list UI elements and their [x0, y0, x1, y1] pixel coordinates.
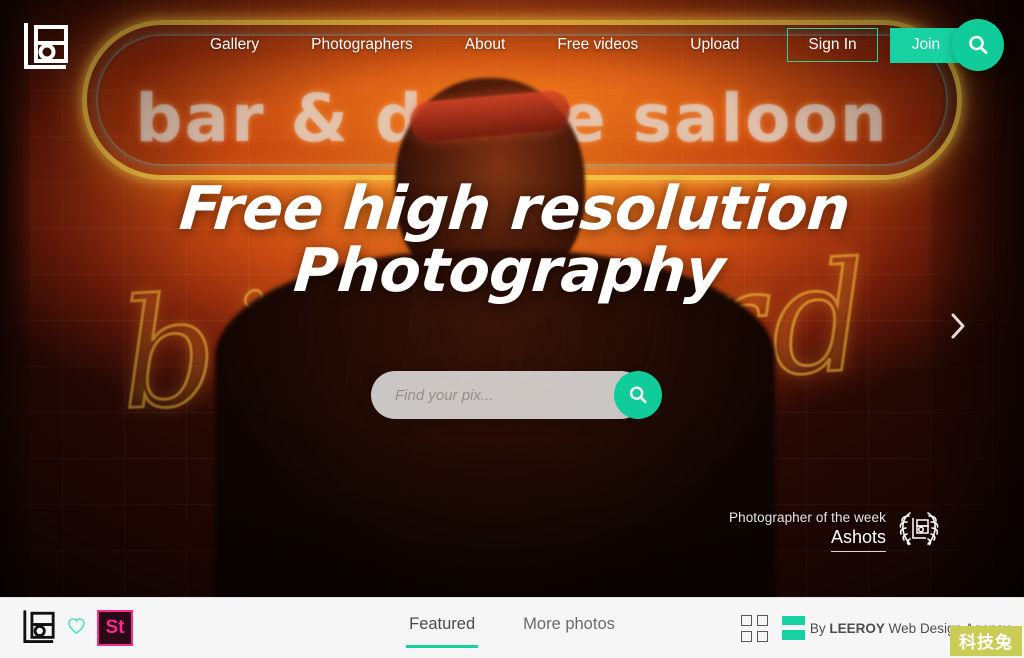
tab-more-photos[interactable]: More photos: [523, 615, 615, 642]
grid-view-icon[interactable]: [740, 614, 768, 642]
hero-headline: Free high resolution Photography: [0, 174, 1024, 306]
search-icon: [629, 386, 647, 404]
hero-headline-line2: Photography: [291, 236, 728, 306]
top-navigation-bar: Gallery Photographers About Free videos …: [0, 0, 1024, 90]
photographer-of-the-week-text: Photographer of the week Ashots: [729, 510, 886, 552]
photographer-of-the-week-name: Ashots: [830, 527, 886, 552]
heart-icon[interactable]: [67, 617, 86, 640]
hero-search-submit-button[interactable]: [614, 371, 662, 419]
bottom-bar-left: St: [22, 608, 133, 649]
camera-logo-icon[interactable]: [22, 608, 56, 649]
hero-search-bar: [371, 371, 662, 419]
search-icon: [969, 35, 988, 55]
hero-banner: bar & dance saloon billboard Gallery Pho…: [0, 0, 1024, 597]
nav-link-about[interactable]: About: [439, 28, 532, 62]
adobe-stock-badge[interactable]: St: [97, 610, 133, 646]
tab-featured[interactable]: Featured: [406, 615, 479, 648]
leeroy-credit-prefix: By: [809, 620, 830, 636]
bottom-bar: St Featured More photos By LEEROY Web De…: [0, 597, 1024, 658]
sign-in-button[interactable]: Sign In: [787, 28, 878, 62]
photographer-of-the-week[interactable]: Photographer of the week Ashots: [729, 506, 942, 555]
nav-link-gallery[interactable]: Gallery: [184, 28, 285, 62]
hero-headline-line1: Free high resolution: [176, 174, 853, 244]
hero-search-input[interactable]: [371, 386, 614, 404]
nav-link-photographers[interactable]: Photographers: [285, 28, 439, 62]
watermark: 科技兔: [950, 626, 1022, 656]
search-toggle-button[interactable]: [952, 19, 1004, 71]
chevron-right-icon: [951, 313, 965, 339]
leeroy-logo-icon: [781, 616, 805, 640]
nav-links: Gallery Photographers About Free videos …: [184, 27, 963, 63]
photographer-of-the-week-label: Photographer of the week: [728, 509, 886, 525]
laurel-wreath-badge-icon: [896, 506, 942, 555]
nav-link-upload[interactable]: Upload: [664, 28, 765, 62]
nav-link-free-videos[interactable]: Free videos: [531, 28, 664, 62]
camera-logo-icon[interactable]: [22, 20, 70, 70]
leeroy-credit-brand: LEEROY: [829, 620, 885, 636]
carousel-next-button[interactable]: [940, 308, 976, 344]
